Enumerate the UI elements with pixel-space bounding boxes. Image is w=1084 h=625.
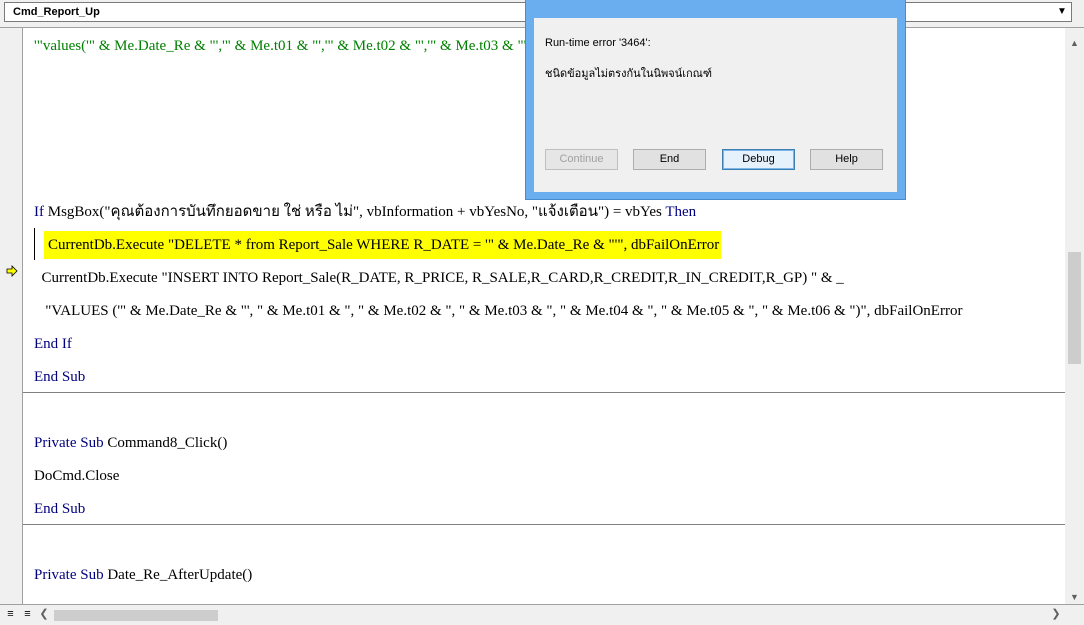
error-message: ชนิดข้อมูลไม่ตรงกันในนิพจน์เกณฑ์ — [545, 68, 713, 80]
end-button[interactable]: End — [633, 149, 706, 170]
code-line-end-if: End If — [34, 336, 72, 352]
yellow-arrow-icon — [6, 265, 18, 277]
code-line-end-sub: End Sub — [34, 501, 86, 517]
code-line-values: "VALUES ('" & Me.Date_Re & "', " & Me.t0… — [34, 303, 963, 319]
keyword-private-sub: Private Sub — [34, 567, 104, 583]
procedure-separator — [23, 392, 1065, 393]
runtime-error-dialog: Microsoft Visual Basic Run-time error '3… — [525, 0, 906, 200]
vertical-scrollbar[interactable]: ▲ ▼ — [1065, 28, 1084, 604]
debug-button[interactable]: Debug — [722, 149, 795, 170]
code-line-sub-date-re: Private Sub Date_Re_AfterUpdate() — [34, 565, 252, 585]
error-number: Run-time error '3464': — [545, 37, 651, 49]
bottom-bar: ≡ ≡ ❮ ❯ — [0, 604, 1084, 625]
keyword-if: If — [34, 204, 44, 220]
continue-button[interactable]: Continue — [545, 149, 618, 170]
procedure-view-icon[interactable]: ≡ — [3, 607, 18, 622]
scroll-up-arrow-icon[interactable]: ▲ — [1065, 35, 1084, 52]
dialog-body: Run-time error '3464': ชนิดข้อมูลไม่ตรงก… — [534, 18, 897, 192]
chevron-down-icon[interactable]: ▼ — [1055, 4, 1069, 20]
procedure-name: Date_Re_AfterUpdate() — [103, 567, 253, 583]
procedure-separator — [23, 524, 1065, 525]
help-button[interactable]: Help — [810, 149, 883, 170]
full-module-view-icon[interactable]: ≡ — [20, 607, 35, 622]
block-indent-guide — [34, 228, 35, 260]
procedure-name: Command8_Click() — [103, 435, 228, 451]
code-line-current-statement: CurrentDb.Execute "DELETE * from Report_… — [44, 231, 722, 259]
code-line-insert: CurrentDb.Execute "INSERT INTO Report_Sa… — [34, 270, 844, 286]
msgbox-call: MsgBox("คุณต้องการบันทึกยอดขาย ใช่ หรือ … — [44, 204, 666, 220]
scroll-right-arrow-icon[interactable]: ❯ — [1048, 606, 1064, 623]
procedure-combo-value: Cmd_Report_Up — [13, 6, 100, 18]
keyword-private-sub: Private Sub — [34, 435, 104, 451]
code-line-if: If MsgBox("คุณต้องการบันทึกยอดขาย ใช่ หร… — [34, 202, 696, 222]
execution-highlight: CurrentDb.Execute "DELETE * from Report_… — [44, 231, 722, 259]
horizontal-scroll-thumb[interactable] — [54, 610, 218, 621]
code-line-end-sub: End Sub — [34, 369, 86, 385]
code-line-sub-command8: Private Sub Command8_Click() — [34, 433, 227, 453]
keyword-then: Then — [665, 204, 697, 220]
vertical-scroll-thumb[interactable] — [1068, 252, 1081, 364]
scroll-left-arrow-icon[interactable]: ❮ — [36, 606, 52, 623]
code-line-docmd-close: DoCmd.Close — [34, 468, 120, 484]
dialog-title: Microsoft Visual Basic — [526, 0, 905, 10]
margin-indicator-bar[interactable] — [0, 28, 23, 604]
